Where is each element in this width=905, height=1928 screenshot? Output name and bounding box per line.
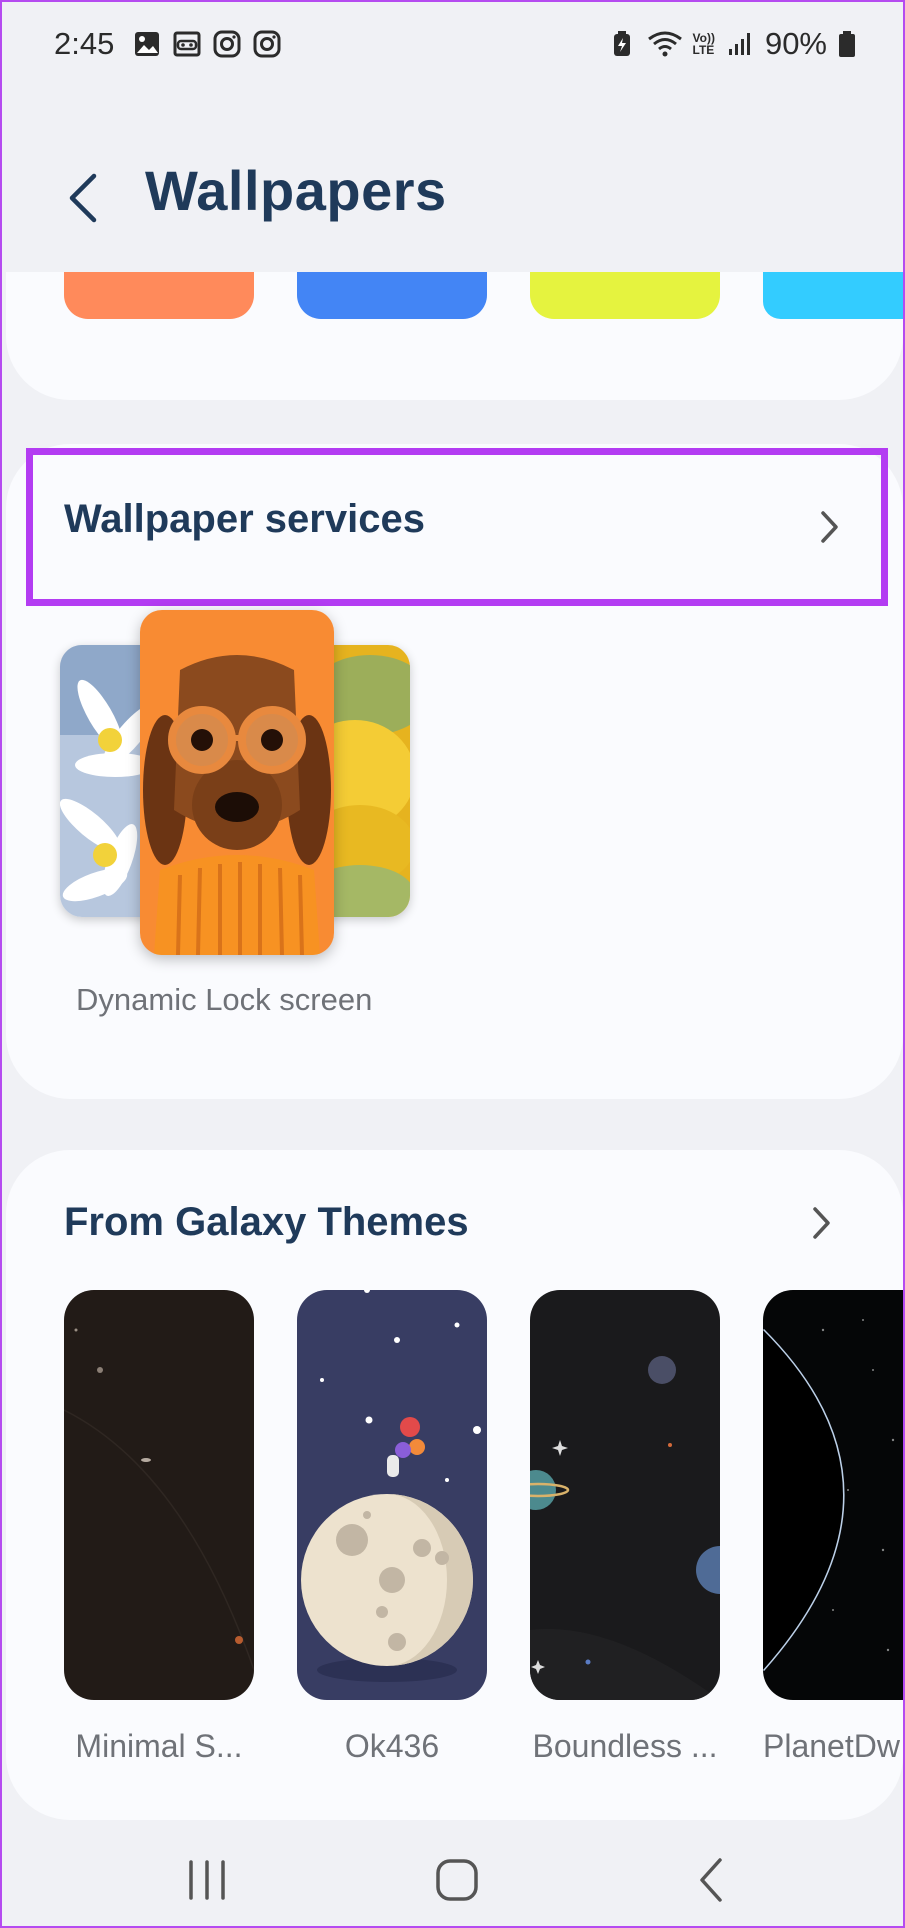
color-swatch-yellow[interactable] xyxy=(530,272,720,319)
status-left: 2:45 xyxy=(54,26,282,62)
home-icon[interactable] xyxy=(427,1852,487,1908)
dynamic-lock-screen-caption: Dynamic Lock screen xyxy=(76,982,373,1017)
wallpaper-services-title: Wallpaper services xyxy=(64,497,425,541)
header: Wallpapers xyxy=(2,152,905,242)
signal-icon xyxy=(728,33,750,55)
page-title: Wallpapers xyxy=(145,159,447,222)
chevron-right-icon[interactable] xyxy=(801,1203,841,1243)
wallpaper-services-row[interactable]: Wallpaper services xyxy=(26,448,888,606)
theme-tile-ok436[interactable] xyxy=(297,1290,487,1700)
lte-label: LTE xyxy=(692,43,715,57)
dog-wallpaper-preview xyxy=(140,610,334,955)
color-swatch-blue[interactable] xyxy=(297,272,487,319)
battery-saver-icon xyxy=(613,31,630,56)
theme-tile-minimal[interactable] xyxy=(64,1290,254,1700)
color-swatch-cyan[interactable] xyxy=(763,272,903,319)
battery-icon xyxy=(839,31,855,57)
color-swatch-orange[interactable] xyxy=(64,272,254,319)
theme-name-ok436: Ok436 xyxy=(344,1728,440,1764)
gallery-notification-icon xyxy=(135,32,160,56)
status-bar: 2:45 Vo)) LTE 90% xyxy=(2,2,905,86)
theme-name-planetdw: PlanetDw xyxy=(763,1728,900,1764)
status-right: Vo)) LTE 90% xyxy=(607,26,857,62)
instagram-notification-icon xyxy=(213,30,241,58)
theme-name-minimal: Minimal S... xyxy=(75,1728,243,1764)
color-wallpapers-card xyxy=(6,272,903,400)
theme-tile-planetdw[interactable] xyxy=(763,1290,903,1700)
vr-notification-icon xyxy=(173,31,201,57)
theme-tile-boundless[interactable] xyxy=(530,1290,720,1700)
back-icon[interactable] xyxy=(682,1852,742,1908)
recent-apps-icon[interactable] xyxy=(177,1852,237,1908)
status-time: 2:45 xyxy=(54,26,115,61)
chevron-right-icon xyxy=(821,511,838,543)
navigation-bar xyxy=(2,1830,905,1928)
instagram-notification-icon-2 xyxy=(253,30,281,58)
wifi-icon xyxy=(647,31,682,57)
volte-indicator: Vo)) LTE xyxy=(693,32,715,56)
theme-name-boundless: Boundless ... xyxy=(532,1728,718,1764)
back-button[interactable] xyxy=(60,170,110,226)
dynamic-lock-screen-thumbnail[interactable] xyxy=(60,610,410,955)
galaxy-themes-title[interactable]: From Galaxy Themes xyxy=(64,1200,469,1245)
battery-percent: 90% xyxy=(764,26,827,61)
